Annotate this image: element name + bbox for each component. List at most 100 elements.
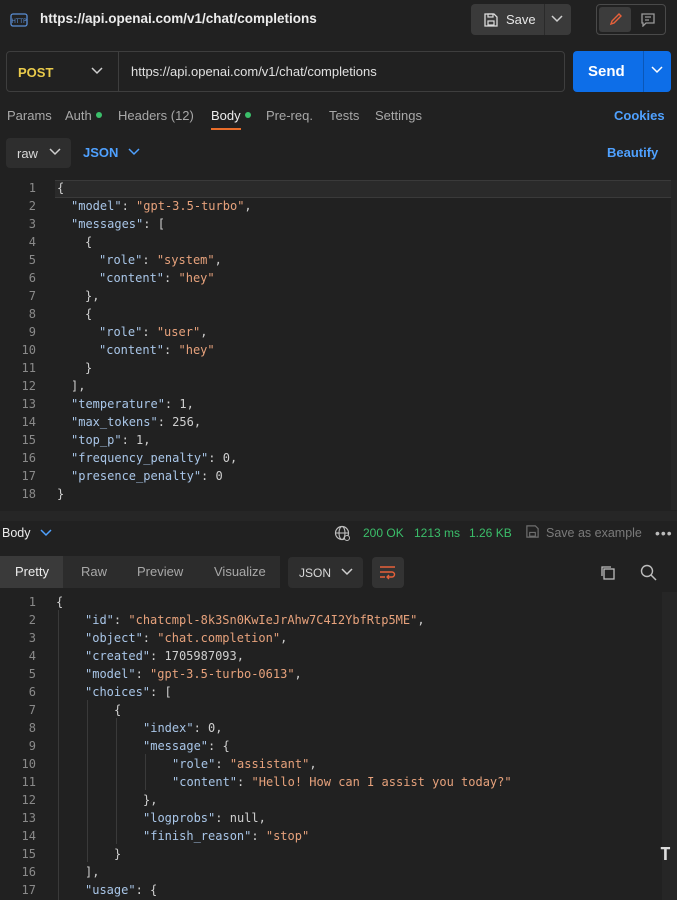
json-string: "hey" — [178, 271, 215, 285]
chevron-down-icon[interactable] — [40, 529, 52, 537]
json-key: "message" — [143, 739, 209, 753]
cookies-link[interactable]: Cookies — [614, 108, 665, 123]
json-key: "messages" — [71, 217, 144, 231]
send-label: Send — [588, 63, 625, 80]
line-number: 2 — [28, 613, 36, 627]
tab-auth[interactable]: Auth — [65, 108, 102, 123]
response-body-viewer[interactable]: 1 {2 "id": "chatcmpl-8k3Sn0KwIeJrAhw7C4I2Y… — [0, 592, 660, 900]
wrap-lines-button[interactable] — [372, 557, 404, 588]
code-line: { — [57, 181, 65, 195]
chevron-down-icon — [341, 568, 353, 576]
line-number: 16 — [21, 451, 36, 465]
code-line: "index": 0, — [143, 721, 223, 735]
code-line: } — [57, 487, 65, 501]
format-label: JSON — [299, 566, 332, 580]
code-line: { — [85, 307, 93, 321]
status-dot — [244, 112, 251, 118]
code-line: "role": "system", — [99, 253, 222, 267]
comment-mode-button[interactable] — [633, 7, 663, 32]
save-as-example-button[interactable]: Save as example — [546, 526, 642, 540]
json-key: "choices" — [85, 685, 151, 699]
view-tab-visualize[interactable]: Visualize — [214, 564, 266, 579]
view-tab-preview[interactable]: Preview — [137, 564, 183, 579]
code-line: "temperature": 1, — [71, 397, 194, 411]
tab-label: Auth — [65, 108, 92, 123]
code-line: "logprobs": null, — [143, 811, 266, 825]
view-tab-pretty[interactable]: Pretty — [15, 564, 49, 579]
code-line: { — [114, 703, 122, 717]
code-line: }, — [143, 793, 158, 807]
tab-tests[interactable]: Tests — [329, 108, 359, 123]
divider — [118, 52, 119, 91]
json-string: "assistant" — [229, 757, 310, 771]
tab-headers[interactable]: Headers (12) — [118, 108, 194, 123]
pane-splitter[interactable] — [0, 511, 677, 521]
line-number: 15 — [21, 433, 36, 447]
json-key: "presence_penalty" — [71, 469, 202, 483]
view-tab-raw[interactable]: Raw — [81, 564, 107, 579]
code-line: "frequency_penalty": 0, — [71, 451, 238, 465]
more-options-icon[interactable]: ••• — [655, 525, 673, 541]
line-number: 11 — [21, 775, 36, 789]
edit-mode-button[interactable] — [599, 7, 631, 32]
response-format-select[interactable]: JSON — [288, 557, 363, 588]
json-key: "top_p" — [71, 433, 122, 447]
body-language-select[interactable]: JSON — [83, 145, 118, 160]
json-string: "hey" — [178, 343, 215, 357]
line-number: 5 — [28, 253, 36, 267]
line-number: 1 — [28, 181, 36, 195]
chevron-down-icon[interactable] — [651, 66, 663, 74]
code-line: "model": "gpt-3.5-turbo", — [71, 199, 252, 213]
indent-guide — [58, 610, 59, 900]
save-button[interactable]: Save — [471, 4, 571, 35]
line-number: 13 — [21, 397, 36, 411]
request-body-editor[interactable]: 1 {2 "model": "gpt-3.5-turbo", 3 "messages":… — [0, 180, 672, 510]
code-line: ], — [85, 865, 100, 879]
chevron-down-icon[interactable] — [91, 67, 103, 75]
json-key: "max_tokens" — [71, 415, 158, 429]
divider — [544, 4, 545, 35]
globe-icon[interactable] — [334, 525, 351, 542]
line-number: 16 — [21, 865, 36, 879]
json-string: "Hello! How can I assist you today?" — [251, 775, 512, 789]
mode-toggle — [596, 4, 666, 35]
code-line: } — [85, 361, 93, 375]
line-number: 8 — [28, 721, 36, 735]
response-size[interactable]: 1.26 KB — [469, 526, 512, 540]
code-line: "created": 1705987093, — [85, 649, 244, 663]
request-title: https://api.openai.com/v1/chat/completio… — [40, 11, 317, 26]
chevron-down-icon[interactable] — [551, 15, 563, 23]
tab-params[interactable]: Params — [7, 108, 52, 123]
send-button[interactable]: Send — [573, 51, 671, 92]
url-input[interactable]: https://api.openai.com/v1/chat/completio… — [131, 64, 377, 79]
json-value: 0 — [208, 721, 216, 735]
beautify-button[interactable]: Beautify — [607, 145, 658, 160]
line-number: 9 — [28, 325, 36, 339]
line-number: 17 — [21, 469, 36, 483]
search-icon[interactable] — [640, 564, 657, 581]
json-key: "created" — [85, 649, 151, 663]
response-time[interactable]: 1213 ms — [414, 526, 460, 540]
body-mode-select[interactable]: raw — [6, 138, 71, 168]
code-line: "top_p": 1, — [71, 433, 151, 447]
status-code[interactable]: 200 OK — [363, 526, 404, 540]
json-string: "stop" — [265, 829, 310, 843]
method-select[interactable]: POST — [18, 65, 53, 80]
code-line: "model": "gpt-3.5-turbo-0613", — [85, 667, 302, 681]
response-section-label[interactable]: Body — [2, 526, 31, 540]
code-line: "message": { — [143, 739, 230, 753]
json-key: "role" — [99, 325, 143, 339]
copy-icon[interactable] — [600, 565, 616, 581]
code-line: }, — [85, 289, 100, 303]
http-icon: HTTP — [10, 13, 28, 27]
tab-pre-request[interactable]: Pre-req. — [266, 108, 313, 123]
tab-settings[interactable]: Settings — [375, 108, 422, 123]
line-number: 1 — [28, 595, 36, 609]
json-key: "finish_reason" — [143, 829, 252, 843]
tab-body[interactable]: Body — [211, 108, 251, 123]
editor-scrollbar[interactable] — [671, 180, 677, 510]
chevron-down-icon[interactable] — [128, 148, 140, 156]
indent-guide — [145, 754, 146, 790]
json-key: "index" — [143, 721, 194, 735]
active-tab-underline — [211, 128, 241, 130]
